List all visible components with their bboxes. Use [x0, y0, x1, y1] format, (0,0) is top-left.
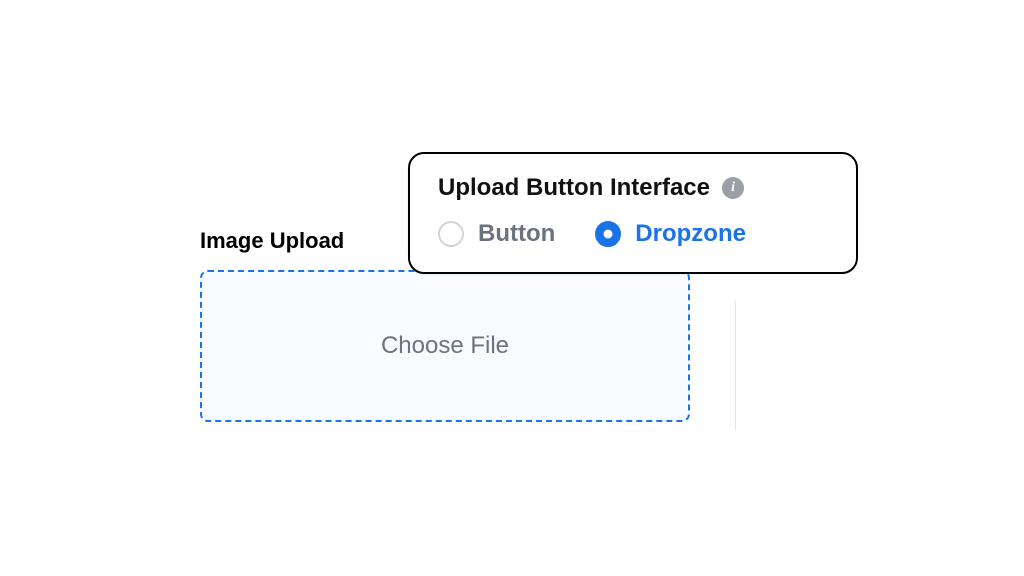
popover-title: Upload Button Interface: [438, 174, 710, 202]
section-label: Image Upload: [200, 228, 344, 254]
radio-label: Dropzone: [635, 220, 746, 248]
radio-icon: [438, 221, 464, 247]
radio-option-button[interactable]: Button: [438, 220, 555, 248]
file-dropzone[interactable]: Choose File: [200, 270, 690, 422]
info-icon[interactable]: i: [722, 177, 744, 199]
radio-option-dropzone[interactable]: Dropzone: [595, 220, 746, 248]
radio-label: Button: [478, 220, 555, 248]
interface-popover: Upload Button Interface i Button Dropzon…: [408, 152, 858, 274]
interface-radio-group: Button Dropzone: [438, 220, 828, 248]
dropzone-text: Choose File: [381, 332, 509, 360]
radio-icon: [595, 221, 621, 247]
popover-header: Upload Button Interface i: [438, 174, 828, 202]
divider: [735, 300, 736, 430]
